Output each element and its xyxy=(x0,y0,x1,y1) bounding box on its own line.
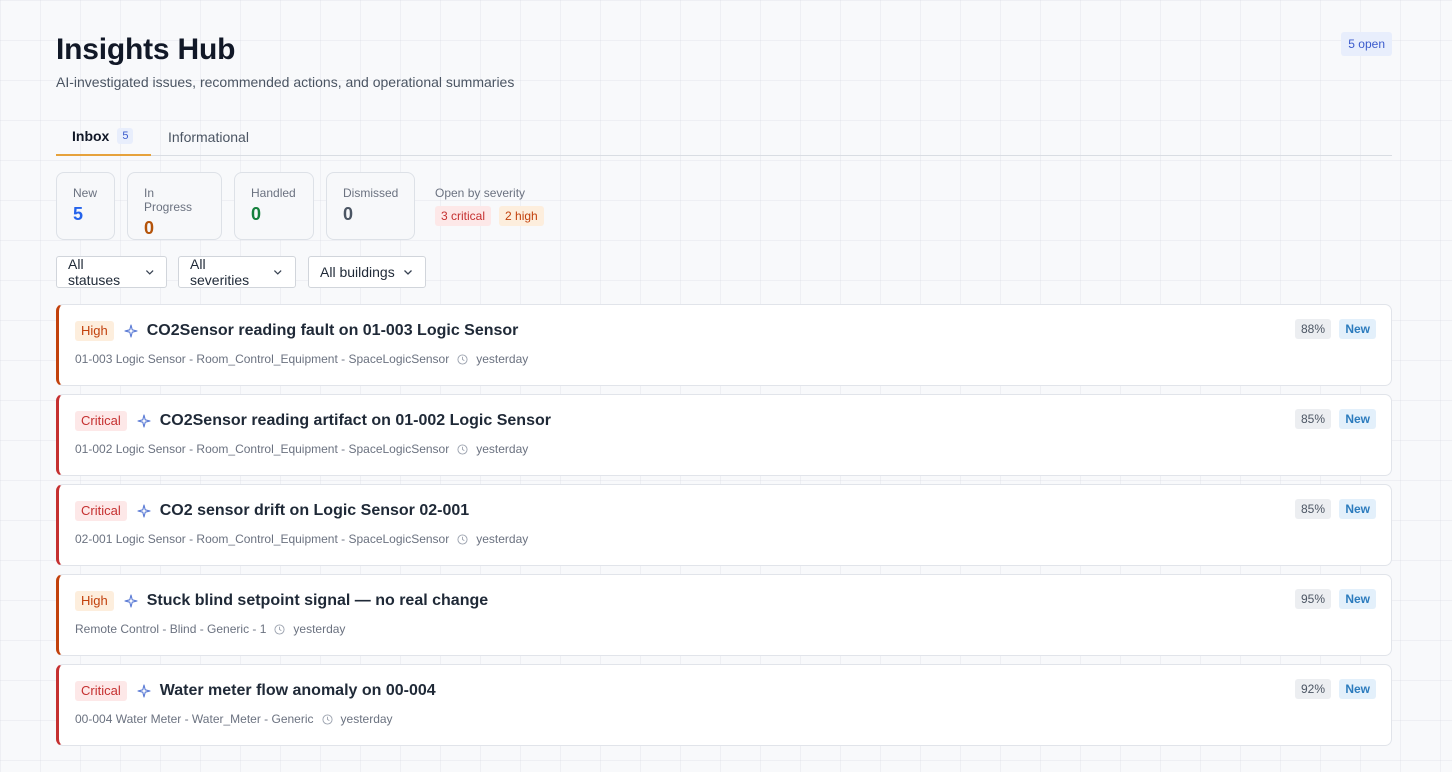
stat-value-in-progress: 0 xyxy=(144,218,155,238)
insight-meta: 00-004 Water Meter - Water_Meter - Gener… xyxy=(75,712,314,726)
tab-bar: Inbox 5 Informational xyxy=(56,118,1392,156)
stat-card-in-progress[interactable]: In Progress 0 xyxy=(127,172,222,240)
severity-badge: High xyxy=(75,591,114,611)
insight-title: CO2Sensor reading artifact on 01-002 Log… xyxy=(159,412,551,429)
severity-badge: Critical xyxy=(75,681,127,701)
severity-filter-select[interactable]: All severities xyxy=(178,256,296,288)
sparkle-icon xyxy=(137,414,151,428)
stat-card-new[interactable]: New 5 xyxy=(56,172,115,240)
severity-filter-value: All severities xyxy=(190,256,250,288)
confidence-badge: 85% xyxy=(1294,409,1331,429)
status-filter-select[interactable]: All statuses xyxy=(56,256,167,288)
sparkle-icon xyxy=(137,684,151,698)
insight-card[interactable]: High Stuck blind setpoint signal — no re… xyxy=(56,574,1392,656)
stat-value-handled: 0 xyxy=(251,204,262,224)
clock-icon xyxy=(321,713,333,725)
confidence-badge: 85% xyxy=(1294,499,1331,519)
insight-time: yesterday xyxy=(476,532,529,546)
insight-title: Water meter flow anomaly on 00-004 xyxy=(159,682,436,699)
chevron-down-icon xyxy=(403,270,412,275)
status-badge: New xyxy=(1339,319,1376,339)
tab-inbox-count: 5 xyxy=(117,128,134,144)
insight-time: yesterday xyxy=(293,622,346,636)
insight-time: yesterday xyxy=(476,352,529,366)
severity-badge: Critical xyxy=(75,501,127,521)
chevron-down-icon xyxy=(145,270,154,275)
stat-label: Handled xyxy=(251,186,296,200)
insight-title: CO2 sensor drift on Logic Sensor 02-001 xyxy=(159,502,470,519)
status-badge: New xyxy=(1339,589,1376,609)
tab-informational[interactable]: Informational xyxy=(168,118,249,156)
insight-meta: 01-003 Logic Sensor - Room_Control_Equip… xyxy=(75,352,450,366)
building-filter-value: All buildings xyxy=(320,264,395,280)
confidence-badge: 95% xyxy=(1294,589,1331,609)
clock-icon xyxy=(457,533,468,545)
stat-label: Dismissed xyxy=(343,186,399,200)
insight-time: yesterday xyxy=(476,442,529,456)
sparkle-icon xyxy=(137,504,151,518)
stat-value-dismissed: 0 xyxy=(343,204,354,224)
stat-card-handled[interactable]: Handled 0 xyxy=(234,172,314,240)
high-count-badge: 2 high xyxy=(499,206,544,226)
stat-value-new: 5 xyxy=(73,204,84,224)
tab-inbox[interactable]: Inbox 5 xyxy=(56,118,151,156)
severity-summary: Open by severity 3 critical 2 high xyxy=(435,186,544,226)
status-badge: New xyxy=(1339,499,1376,519)
tab-informational-label: Informational xyxy=(168,129,249,145)
sparkle-icon xyxy=(124,324,138,338)
clock-icon xyxy=(274,623,285,635)
severity-summary-label: Open by severity xyxy=(435,186,526,200)
stat-label: In Progress xyxy=(144,186,193,214)
insight-title: CO2Sensor reading fault on 01-003 Logic … xyxy=(146,322,519,339)
confidence-badge: 92% xyxy=(1294,679,1331,699)
chevron-down-icon xyxy=(274,270,283,275)
insight-meta: 01-002 Logic Sensor - Room_Control_Equip… xyxy=(75,442,450,456)
insight-card[interactable]: Critical CO2 sensor drift on Logic Senso… xyxy=(56,484,1392,566)
severity-badge: Critical xyxy=(75,411,127,431)
tab-inbox-label: Inbox xyxy=(72,128,110,144)
page-title: Insights Hub xyxy=(56,33,236,66)
insight-card[interactable]: High CO2Sensor reading fault on 01-003 L… xyxy=(56,304,1392,386)
confidence-badge: 88% xyxy=(1294,319,1331,339)
severity-badge: High xyxy=(75,321,114,341)
building-filter-select[interactable]: All buildings xyxy=(308,256,426,288)
status-badge: New xyxy=(1339,409,1376,429)
status-filter-value: All statuses xyxy=(68,256,121,288)
stat-label: New xyxy=(73,186,98,200)
insight-card[interactable]: Critical Water meter flow anomaly on 00-… xyxy=(56,664,1392,746)
open-count-badge: 5 open xyxy=(1341,32,1392,56)
insight-meta: 02-001 Logic Sensor - Room_Control_Equip… xyxy=(75,532,450,546)
insight-title: Stuck blind setpoint signal — no real ch… xyxy=(146,592,489,609)
page-subtitle: AI-investigated issues, recommended acti… xyxy=(56,74,515,90)
clock-icon xyxy=(457,443,468,455)
insight-meta: Remote Control - Blind - Generic - 1 xyxy=(75,622,267,636)
status-badge: New xyxy=(1339,679,1376,699)
insight-time: yesterday xyxy=(340,712,393,726)
stat-card-dismissed[interactable]: Dismissed 0 xyxy=(326,172,415,240)
critical-count-badge: 3 critical xyxy=(435,206,492,226)
sparkle-icon xyxy=(124,594,138,608)
clock-icon xyxy=(457,353,468,365)
insight-card[interactable]: Critical CO2Sensor reading artifact on 0… xyxy=(56,394,1392,476)
